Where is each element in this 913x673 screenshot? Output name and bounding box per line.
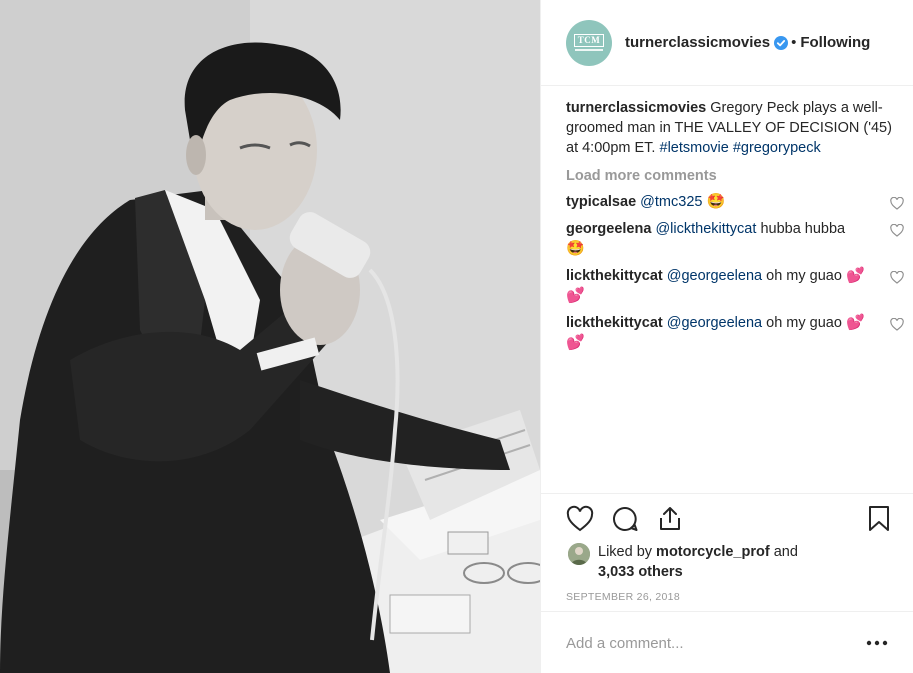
hashtag-link[interactable]: #letsmovie	[660, 140, 729, 156]
post-date[interactable]: SEPTEMBER 26, 2018	[566, 591, 680, 603]
header-dot-separator: •	[791, 34, 797, 51]
likes-text: Liked by motorcycle_prof and 3,033 other…	[598, 544, 798, 580]
likes-count-link[interactable]: 3,033 others	[598, 564, 683, 580]
hashtag-link[interactable]: #gregorypeck	[733, 140, 821, 156]
load-more-comments-button[interactable]: Load more comments	[566, 168, 896, 184]
comment-username-link[interactable]: typicalsae	[566, 194, 636, 210]
comment-like-heart-icon[interactable]	[890, 224, 904, 237]
header-username-link[interactable]: turnerclassicmovies	[625, 34, 770, 51]
likes-summary: Liked by motorcycle_prof and 3,033 other…	[568, 542, 798, 582]
comment-like-heart-icon[interactable]	[890, 271, 904, 284]
comment-item: lickthekittycat @georgeelena oh my guao …	[566, 313, 904, 353]
comment-username-link[interactable]: lickthekittycat	[566, 315, 663, 331]
ellipsis-icon[interactable]	[865, 634, 889, 652]
add-comment-bar: Add a comment...	[541, 611, 913, 673]
comment-text: oh my guao	[766, 268, 842, 284]
caption-username-link[interactable]: turnerclassicmovies	[566, 100, 706, 116]
comment-mention-link[interactable]: @lickthekittycat	[655, 221, 756, 237]
comment-username-link[interactable]: lickthekittycat	[566, 268, 663, 284]
comment-text: oh my guao	[766, 315, 842, 331]
heart-outline-icon[interactable]	[566, 505, 594, 533]
add-comment-input[interactable]: Add a comment...	[566, 635, 684, 652]
comment-bubble-icon[interactable]	[611, 505, 639, 533]
following-button[interactable]: Following	[800, 34, 870, 51]
avatar-logo: TCM	[573, 34, 605, 48]
comment-like-heart-icon[interactable]	[890, 197, 904, 210]
comment-like-heart-icon[interactable]	[890, 318, 904, 331]
comment-item: lickthekittycat @georgeelena oh my guao …	[566, 266, 904, 306]
comment-text: hubba hubba	[760, 221, 846, 237]
liker-username-link[interactable]: motorcycle_prof	[656, 544, 770, 560]
comment-mention-link[interactable]: @georgeelena	[667, 268, 762, 284]
post-caption: turnerclassicmovies Gregory Peck plays a…	[566, 98, 896, 158]
liker-avatar[interactable]	[568, 543, 590, 565]
comment-emoji: 🤩	[706, 192, 726, 210]
post-photo[interactable]	[0, 0, 540, 673]
avatar[interactable]: TCM	[566, 19, 612, 66]
share-upload-icon[interactable]	[656, 504, 684, 532]
post-header: TCM turnerclassicmovies • Following	[541, 0, 913, 86]
photo-illustration	[0, 0, 540, 673]
comment-mention-link[interactable]: @tmc325	[640, 194, 702, 210]
comments-list: turnerclassicmovies Gregory Peck plays a…	[566, 98, 904, 353]
bookmark-icon[interactable]	[865, 504, 893, 532]
liker-avatar-image	[568, 543, 590, 565]
comment-item: typicalsae @tmc325 🤩	[566, 192, 904, 212]
comment-emoji: 🤩	[566, 239, 585, 257]
comment-mention-link[interactable]: @georgeelena	[667, 315, 762, 331]
comment-item: georgeelena @lickthekittycat hubba hubba…	[566, 219, 904, 259]
post-side-panel: TCM turnerclassicmovies • Following turn…	[540, 0, 913, 673]
comment-username-link[interactable]: georgeelena	[566, 221, 651, 237]
verified-badge-icon	[774, 35, 789, 50]
